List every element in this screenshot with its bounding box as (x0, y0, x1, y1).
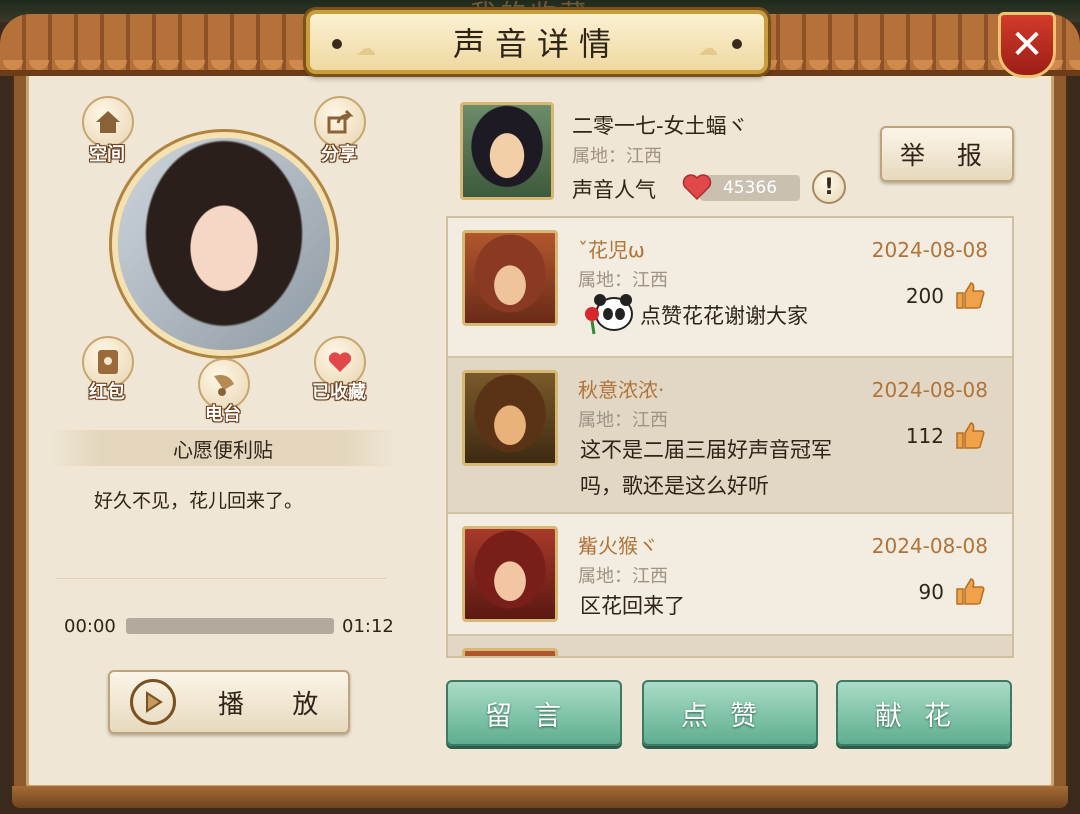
like-button[interactable]: 点赞 (642, 680, 818, 746)
title-rivet-left (332, 39, 342, 49)
play-icon (130, 679, 176, 725)
commenter-name[interactable]: 蓝虹 (578, 650, 618, 656)
space-label: 空间 (89, 144, 125, 165)
home-icon (96, 111, 120, 133)
memo-text: 好久不见，花儿回来了。 (94, 490, 304, 512)
comment-list[interactable]: ˇ花児ω 属地：江西 2024-08-08 点赞花花谢谢大家 200 秋意浓浓·… (446, 216, 1014, 658)
comment-text: 点赞花花谢谢大家 (640, 304, 808, 328)
like-count: 112 (905, 424, 944, 448)
user-avatar[interactable] (112, 132, 336, 356)
time-total: 01:12 (342, 616, 394, 637)
comment-button-label: 留言 (485, 700, 583, 732)
title-plate: ☁ 声音详情 ☁ (306, 10, 768, 74)
red-packet-icon (98, 350, 118, 374)
flower-button[interactable]: 献花 (836, 680, 1012, 746)
popularity-info-button[interactable]: ! (812, 170, 846, 204)
owner-avatar[interactable] (460, 102, 554, 200)
cloud-ornament-left: ☁ (356, 36, 376, 60)
commenter-name[interactable]: 秋意浓浓· (578, 374, 664, 403)
close-icon: ✕ (1010, 22, 1044, 68)
flower-button-label: 献花 (875, 700, 973, 732)
thumbs-up-icon[interactable] (954, 420, 986, 450)
popularity-value: 45366 (700, 175, 800, 201)
thumbs-up-icon[interactable] (954, 576, 986, 606)
popularity-label: 声音人气 (572, 178, 656, 202)
comment-item-partial: 蓝虹 (448, 636, 1012, 656)
title-rivet-right (732, 39, 742, 49)
heart-icon (328, 352, 352, 372)
like-count: 90 (918, 580, 944, 604)
commenter-name[interactable]: ˇ花児ω (578, 234, 645, 263)
commenter-avatar[interactable] (462, 526, 558, 622)
commenter-location: 属地：江西 (578, 270, 668, 291)
report-button[interactable]: 举 报 (880, 126, 1014, 182)
commenter-name[interactable]: 觜火猴ヾ (578, 530, 658, 559)
play-label: 播 放 (218, 689, 339, 720)
memo-header: 心愿便利贴 (50, 430, 396, 466)
dialog-bottom-border (12, 786, 1068, 808)
favorited-label: 已收藏 (312, 382, 366, 403)
dialog-title: 声音详情 (452, 25, 621, 63)
radio-label: 电台 (205, 404, 241, 425)
report-label: 举 报 (900, 141, 994, 170)
comment-item: 秋意浓浓· 属地：江西 2024-08-08 这不是二届三届好声音冠军吗，歌还是… (448, 358, 1012, 514)
comment-date: 2024-08-08 (871, 378, 988, 402)
commenter-avatar[interactable] (462, 648, 558, 656)
like-count: 200 (905, 284, 944, 308)
memo-title: 心愿便利贴 (173, 437, 273, 462)
comment-item: ˇ花児ω 属地：江西 2024-08-08 点赞花花谢谢大家 200 (448, 218, 1012, 358)
gramophone-icon (214, 375, 234, 396)
owner-location: 属地：江西 (572, 146, 662, 167)
thumbs-up-icon[interactable] (954, 280, 986, 310)
comment-item: 觜火猴ヾ 属地：江西 2024-08-08 区花回来了 90 (448, 514, 1012, 636)
comment-date: 2024-08-08 (871, 238, 988, 262)
panda-rose-emoji-icon (585, 294, 633, 335)
time-elapsed: 00:00 (64, 616, 116, 637)
share-icon (327, 109, 354, 134)
commenter-avatar[interactable] (462, 230, 558, 326)
red-packet-label: 红包 (89, 382, 125, 403)
comment-button[interactable]: 留言 (446, 680, 622, 746)
owner-name: 二零一七-女土蝠ヾ (572, 114, 748, 138)
comment-text: 这不是二届三届好声音冠军吗，歌还是这么好听 (580, 438, 832, 498)
like-button-label: 点赞 (681, 700, 779, 732)
commenter-location: 属地：江西 (578, 566, 668, 587)
popularity-heart-icon (682, 174, 712, 201)
cloud-ornament-right: ☁ (698, 36, 718, 60)
exclamation-icon: ! (823, 174, 835, 200)
share-label: 分享 (321, 144, 357, 165)
commenter-avatar[interactable] (462, 370, 558, 466)
commenter-location: 属地：江西 (578, 410, 668, 431)
comment-text: 区花回来了 (580, 594, 685, 618)
play-button[interactable]: 播 放 (108, 670, 350, 734)
comment-date: 2024-08-08 (871, 534, 988, 558)
close-button[interactable]: ✕ (998, 12, 1056, 78)
audio-progress-bar[interactable] (126, 618, 334, 634)
memo-divider (56, 578, 386, 579)
avatar-photo (118, 138, 330, 350)
